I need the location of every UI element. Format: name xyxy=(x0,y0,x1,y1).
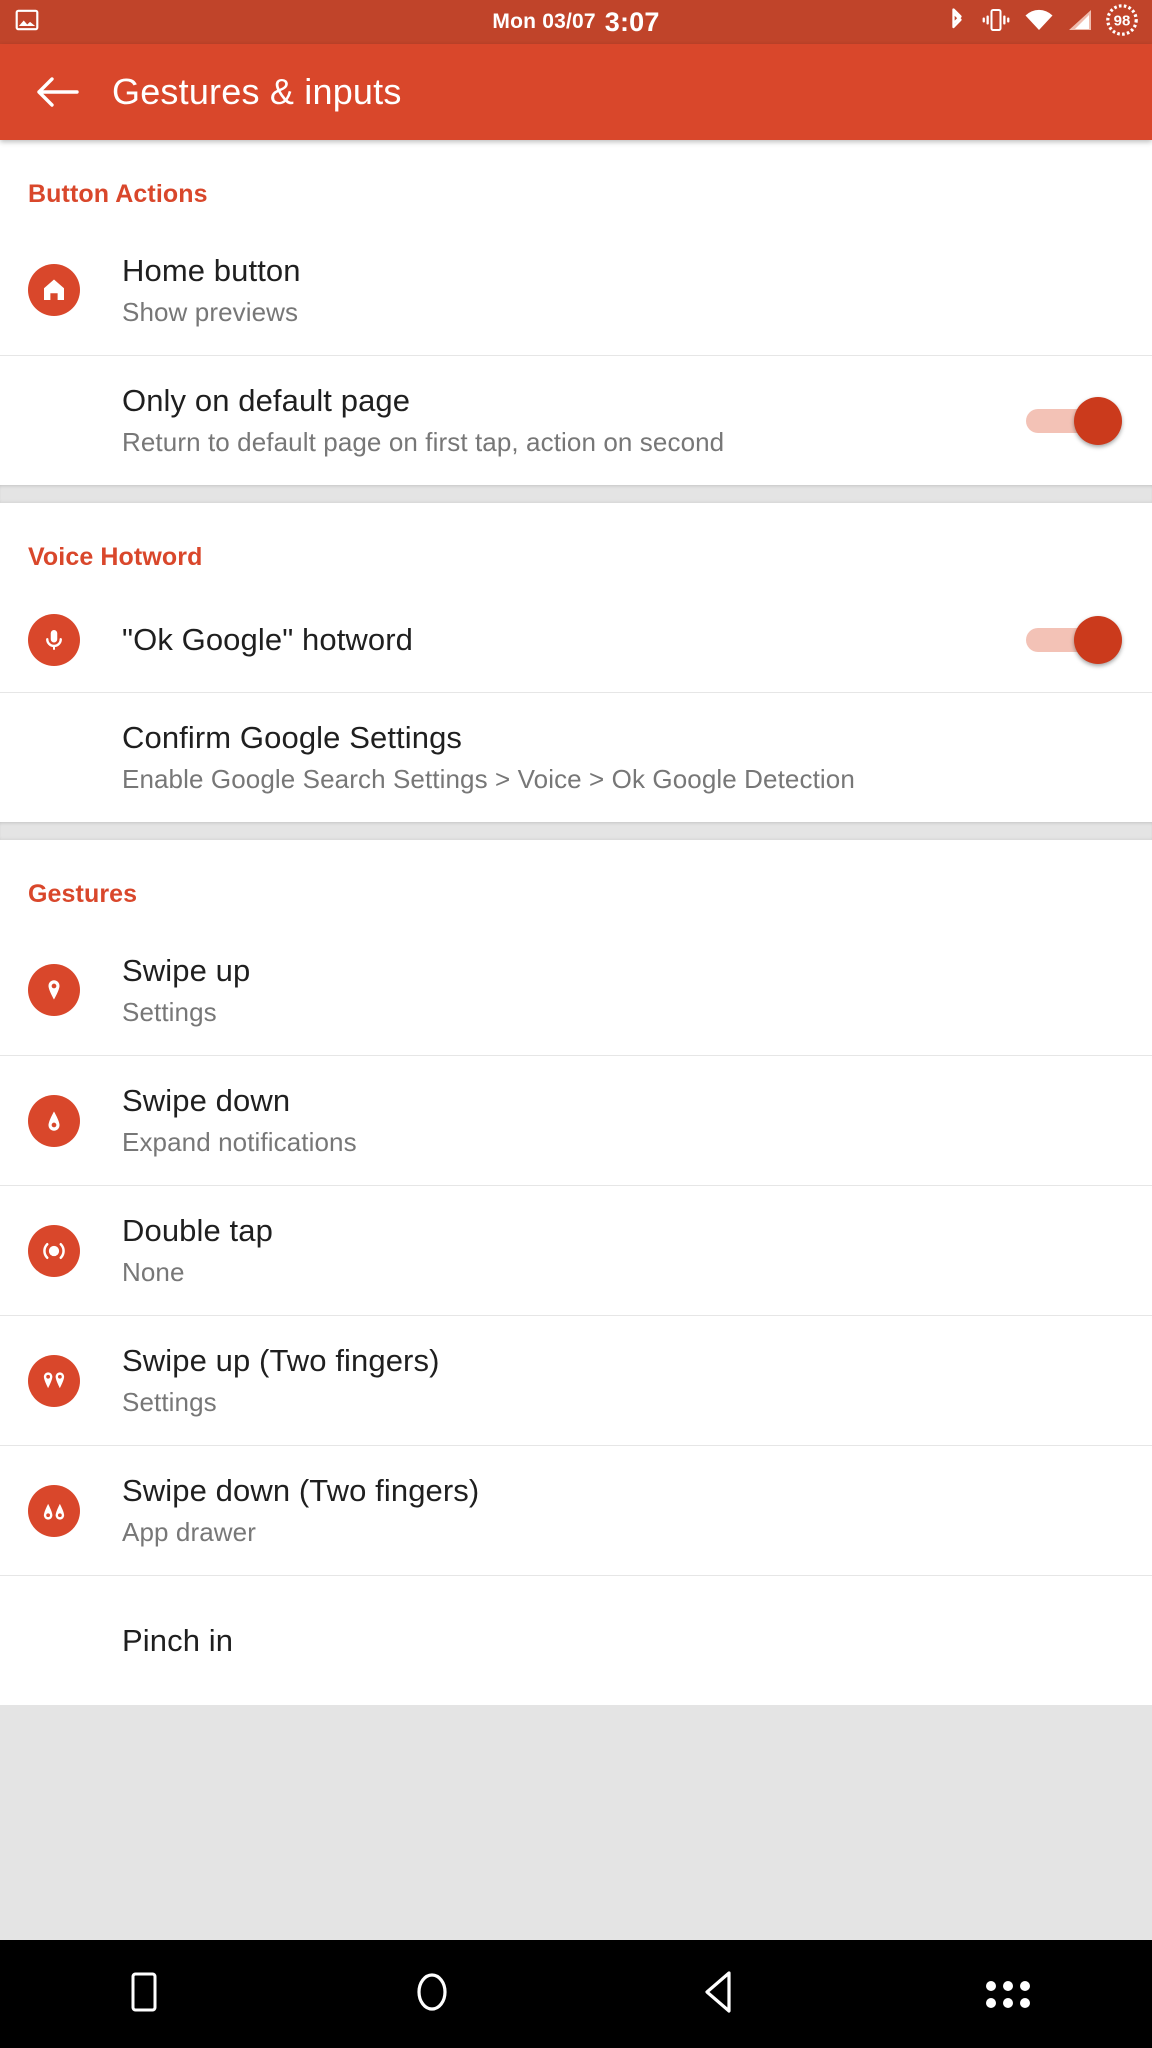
battery-icon: 98 xyxy=(1106,3,1138,41)
menu-button[interactable] xyxy=(864,1980,1152,2008)
row-subtitle: None xyxy=(122,1257,185,1288)
row-text-block: Pinch in xyxy=(122,1622,1124,1660)
circle-icon xyxy=(411,1968,453,2021)
row-subtitle: Return to default page on first tap, act… xyxy=(122,427,725,458)
row-icon-slot xyxy=(28,1484,122,1537)
row-subtitle: Settings xyxy=(122,1387,217,1418)
row-title: Confirm Google Settings xyxy=(122,720,463,756)
six-dot-grid-icon xyxy=(986,1980,1030,2008)
wifi-icon xyxy=(1024,8,1054,37)
toggle-thumb xyxy=(1074,616,1122,664)
row-subtitle: App drawer xyxy=(122,1517,256,1548)
row-pinch-in-partial[interactable]: Pinch in xyxy=(0,1575,1152,1705)
app-bar: Gestures & inputs xyxy=(0,44,1152,140)
home-button[interactable] xyxy=(288,1968,576,2021)
row-title: Double tap xyxy=(122,1213,273,1249)
status-bar-date: Mon 03/07 xyxy=(492,10,596,33)
image-icon xyxy=(14,7,40,38)
page-title: Gestures & inputs xyxy=(112,71,402,112)
svg-text:98: 98 xyxy=(1114,12,1131,29)
square-icon xyxy=(127,1971,161,2018)
microphone-icon xyxy=(28,614,80,666)
two-pins-up-icon xyxy=(28,1354,80,1407)
row-title: Only on default page xyxy=(122,383,411,419)
row-title: "Ok Google" hotword xyxy=(122,622,413,658)
triangle-left-icon xyxy=(701,1969,739,2020)
row-confirm-google-settings[interactable]: Confirm Google Settings Enable Google Se… xyxy=(0,692,1152,822)
row-title: Home button xyxy=(122,252,301,288)
section-divider xyxy=(0,822,1152,840)
row-subtitle: Settings xyxy=(122,996,217,1027)
row-icon-slot xyxy=(28,964,122,1016)
row-text-block: Only on default page Return to default p… xyxy=(122,382,1024,459)
section-divider xyxy=(0,485,1152,503)
row-text-block: Swipe down Expand notifications xyxy=(122,1082,1124,1159)
vibrate-icon xyxy=(981,7,1011,38)
row-title: Swipe up xyxy=(122,952,251,988)
row-text-block: Swipe up (Two fingers) Settings xyxy=(122,1342,1124,1419)
row-text-block: Swipe up Settings xyxy=(122,952,1124,1029)
status-bar-time: 3:07 xyxy=(604,6,660,37)
row-title: Swipe down (Two fingers) xyxy=(122,1473,480,1509)
two-pins-down-icon xyxy=(28,1484,80,1537)
back-arrow-icon[interactable] xyxy=(28,63,86,121)
row-text-block: Confirm Google Settings Enable Google Se… xyxy=(122,719,1124,796)
row-only-on-default-page[interactable]: Only on default page Return to default p… xyxy=(0,355,1152,485)
row-text-block: Swipe down (Two fingers) App drawer xyxy=(122,1472,1124,1549)
row-icon-slot xyxy=(28,1354,122,1407)
row-swipe-down[interactable]: Swipe down Expand notifications xyxy=(0,1055,1152,1185)
row-home-button[interactable]: Home button Show previews xyxy=(0,225,1152,355)
row-text-block: Double tap None xyxy=(122,1212,1124,1289)
section-gestures: Gestures Swipe up Settings Swipe down Ex… xyxy=(0,840,1152,1705)
section-header-button-actions: Button Actions xyxy=(28,180,208,208)
pin-down-icon xyxy=(28,1094,80,1147)
row-double-tap[interactable]: Double tap None xyxy=(0,1185,1152,1315)
row-swipe-up[interactable]: Swipe up Settings xyxy=(0,925,1152,1055)
cellular-signal-icon xyxy=(1067,8,1093,37)
home-icon xyxy=(28,264,80,316)
row-icon-slot xyxy=(28,1094,122,1147)
status-bar-right-icons: 98 xyxy=(946,3,1138,41)
row-swipe-down-two-fingers[interactable]: Swipe down (Two fingers) App drawer xyxy=(0,1445,1152,1575)
row-text-block: Home button Show previews xyxy=(122,252,1124,329)
toggle-thumb xyxy=(1074,396,1122,445)
toggle-ok-google-hotword[interactable] xyxy=(1024,612,1124,668)
back-button[interactable] xyxy=(576,1969,864,2020)
row-title: Swipe down xyxy=(122,1083,291,1119)
row-title: Pinch in xyxy=(122,1622,234,1658)
row-icon-slot xyxy=(28,264,122,316)
navigation-bar xyxy=(0,1940,1152,2048)
status-bar-left-icons xyxy=(14,7,40,38)
row-subtitle: Show previews xyxy=(122,296,299,327)
row-icon-slot xyxy=(28,1224,122,1277)
settings-list[interactable]: Button Actions Home button Show previews xyxy=(0,140,1152,1940)
section-header-voice-hotword: Voice Hotword xyxy=(28,543,203,571)
phone-screen: Mon 03/07 3:07 98 Gestures & inputs Butt… xyxy=(0,0,1152,2048)
bluetooth-icon xyxy=(946,6,968,39)
row-title: Swipe up (Two fingers) xyxy=(122,1343,440,1379)
row-icon-slot xyxy=(28,614,122,666)
row-swipe-up-two-fingers[interactable]: Swipe up (Two fingers) Settings xyxy=(0,1315,1152,1445)
section-button-actions: Button Actions Home button Show previews xyxy=(0,140,1152,485)
row-ok-google-hotword[interactable]: "Ok Google" hotword xyxy=(0,588,1152,692)
row-subtitle: Enable Google Search Settings > Voice > … xyxy=(122,764,855,795)
row-subtitle: Expand notifications xyxy=(122,1127,357,1158)
status-bar: Mon 03/07 3:07 98 xyxy=(0,0,1152,44)
double-tap-icon xyxy=(28,1224,80,1277)
overview-button[interactable] xyxy=(0,1971,288,2018)
pin-up-icon xyxy=(28,964,80,1016)
section-voice-hotword: Voice Hotword "Ok Google" hotword Confir… xyxy=(0,503,1152,822)
row-text-block: "Ok Google" hotword xyxy=(122,621,1024,659)
toggle-only-on-default-page[interactable] xyxy=(1024,393,1124,449)
section-header-gestures: Gestures xyxy=(28,880,138,908)
